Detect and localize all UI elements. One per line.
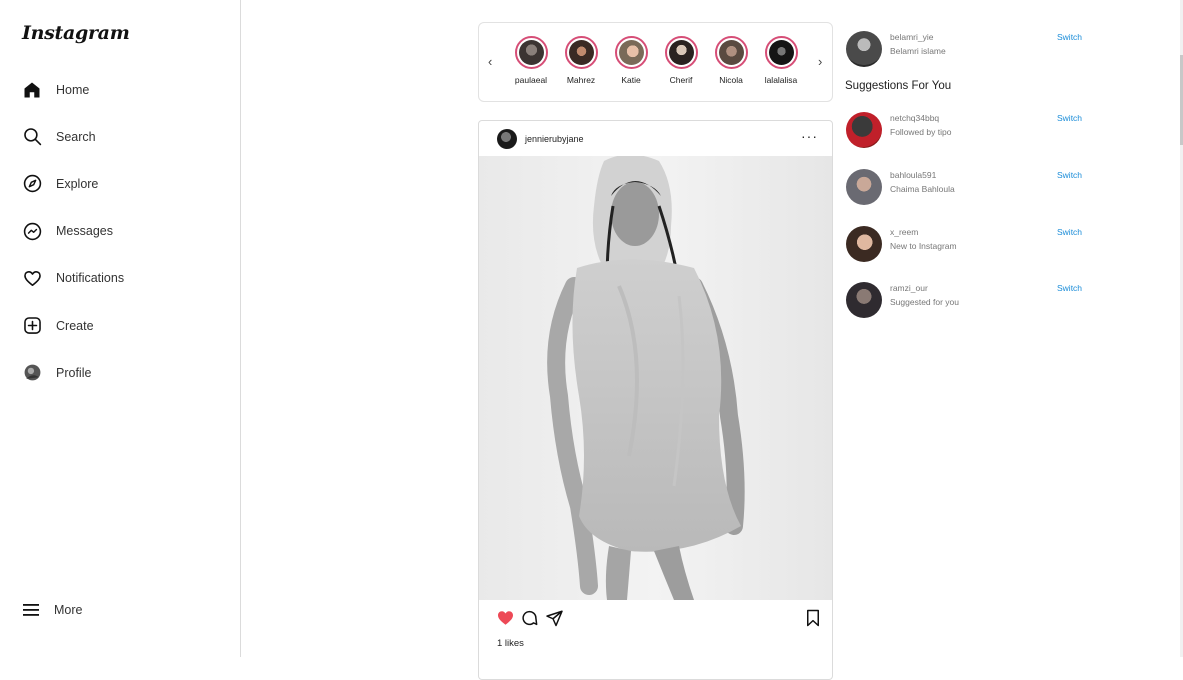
suggestion-subtitle: New to Instagram (890, 241, 957, 251)
suggestion-username[interactable]: ramzi_our (890, 283, 928, 293)
suggestion-action-button[interactable]: Switch (1057, 227, 1082, 237)
home-icon (22, 80, 42, 100)
more-button[interactable]: More (22, 600, 82, 620)
heart-icon (22, 268, 42, 288)
like-button[interactable] (496, 609, 515, 632)
suggestion-avatar[interactable] (846, 226, 882, 262)
story-item[interactable]: lalalalisa (756, 36, 806, 85)
post-header: jennierubyjane ··· (479, 121, 832, 157)
stories-prev-arrow[interactable]: ‹ (488, 54, 492, 69)
current-account-username[interactable]: belamri_yie (890, 32, 933, 42)
story-username: paulaeal (514, 75, 548, 85)
send-icon (545, 610, 564, 631)
avatar-icon (22, 363, 42, 383)
suggestion-action-button[interactable]: Switch (1057, 113, 1082, 123)
post-author-avatar[interactable] (497, 129, 517, 149)
hamburger-menu-icon (22, 600, 40, 620)
bookmark-icon (805, 609, 821, 631)
story-ring (514, 36, 548, 69)
messenger-icon (22, 221, 42, 241)
plus-square-icon (22, 316, 42, 336)
sidebar-item-label: Home (56, 82, 90, 97)
feed-post: jennierubyjane ··· 1 likes (478, 120, 833, 680)
story-ring (664, 36, 698, 69)
sidebar-item-label: Explore (56, 176, 99, 191)
heart-filled-icon (496, 611, 515, 631)
suggestion-item: netchq34bbq Followed by tipo Switch (845, 111, 1095, 151)
story-username: Katie (621, 75, 641, 85)
story-avatar (568, 40, 594, 65)
suggestion-action-button[interactable]: Switch (1057, 283, 1082, 293)
save-button[interactable] (805, 609, 821, 632)
suggestion-action-button[interactable]: Switch (1057, 170, 1082, 180)
sidebar-item-label: Messages (56, 224, 113, 239)
sidebar-item-label: Profile (56, 365, 92, 380)
sidebar-item-label: Notifications (56, 271, 125, 286)
story-ring (614, 36, 648, 69)
story-ring (564, 36, 598, 69)
story-avatar (768, 40, 794, 65)
suggestion-item: ramzi_our Suggested for you Switch (845, 281, 1095, 321)
sidebar-item-create[interactable]: Create (0, 302, 240, 349)
sidebar-item-label: Create (56, 318, 94, 333)
suggestion-subtitle: Suggested for you (890, 297, 959, 307)
suggestion-username[interactable]: bahloula591 (890, 170, 936, 180)
sidebar: Instagram Home Search Explore Messages N… (0, 0, 241, 657)
suggestion-subtitle: Followed by tipo (890, 127, 952, 137)
sidebar-item-messages[interactable]: Messages (0, 208, 240, 255)
sidebar-item-explore[interactable]: Explore (0, 160, 240, 207)
suggestion-avatar[interactable] (846, 112, 882, 148)
suggestion-username[interactable]: netchq34bbq (890, 113, 939, 123)
story-item[interactable]: Mahrez (556, 36, 606, 85)
current-account-fullname: Belamri islame (890, 46, 946, 56)
more-label: More (54, 603, 83, 617)
suggestion-avatar[interactable] (846, 282, 882, 318)
story-item[interactable]: paulaeal (506, 36, 556, 85)
suggestion-avatar[interactable] (846, 169, 882, 205)
instagram-logo[interactable]: Instagram (22, 22, 130, 44)
stories-next-arrow[interactable]: › (818, 54, 822, 69)
story-item[interactable]: Nicola (706, 36, 756, 85)
sidebar-nav: Home Search Explore Messages Notificatio… (0, 66, 240, 396)
story-avatar (518, 40, 544, 65)
story-avatar (668, 40, 694, 65)
story-item[interactable]: Katie (606, 36, 656, 85)
current-account-avatar[interactable] (846, 31, 882, 67)
story-username: Mahrez (566, 75, 596, 85)
sidebar-item-notifications[interactable]: Notifications (0, 255, 240, 302)
story-ring (714, 36, 748, 69)
sidebar-item-label: Search (56, 129, 96, 144)
post-image[interactable] (479, 154, 832, 600)
sidebar-item-search[interactable]: Search (0, 113, 240, 160)
story-username: Cherif (669, 75, 693, 85)
comment-button[interactable] (520, 609, 539, 632)
story-username: lalalalisa (764, 75, 798, 85)
likes-count[interactable]: 1 likes (497, 638, 524, 649)
suggestion-item: bahloula591 Chaima Bahloula Switch (845, 168, 1095, 208)
current-account: belamri_yie Belamri islame Switch (845, 30, 1095, 70)
compass-icon (22, 174, 42, 194)
post-actions (479, 609, 832, 633)
story-item[interactable]: Cherif (656, 36, 706, 85)
story-ring (764, 36, 798, 69)
search-icon (22, 127, 42, 147)
sidebar-item-home[interactable]: Home (0, 66, 240, 113)
suggestion-item: x_reem New to Instagram Switch (845, 225, 1095, 265)
suggestions-title: Suggestions For You (845, 80, 952, 92)
post-options-icon[interactable]: ··· (801, 128, 818, 144)
switch-account-button[interactable]: Switch (1057, 32, 1082, 42)
stories-tray: ‹ paulaeal Mahrez Katie Cherif Nicola la… (478, 22, 833, 102)
story-username: Nicola (719, 75, 743, 85)
story-avatar (618, 40, 644, 65)
story-avatar (718, 40, 744, 65)
suggestion-username[interactable]: x_reem (890, 227, 918, 237)
share-button[interactable] (545, 609, 564, 632)
comment-icon (520, 610, 539, 631)
sidebar-item-profile[interactable]: Profile (0, 349, 240, 396)
suggestion-subtitle: Chaima Bahloula (890, 184, 955, 194)
post-author-username[interactable]: jennierubyjane (525, 134, 584, 144)
